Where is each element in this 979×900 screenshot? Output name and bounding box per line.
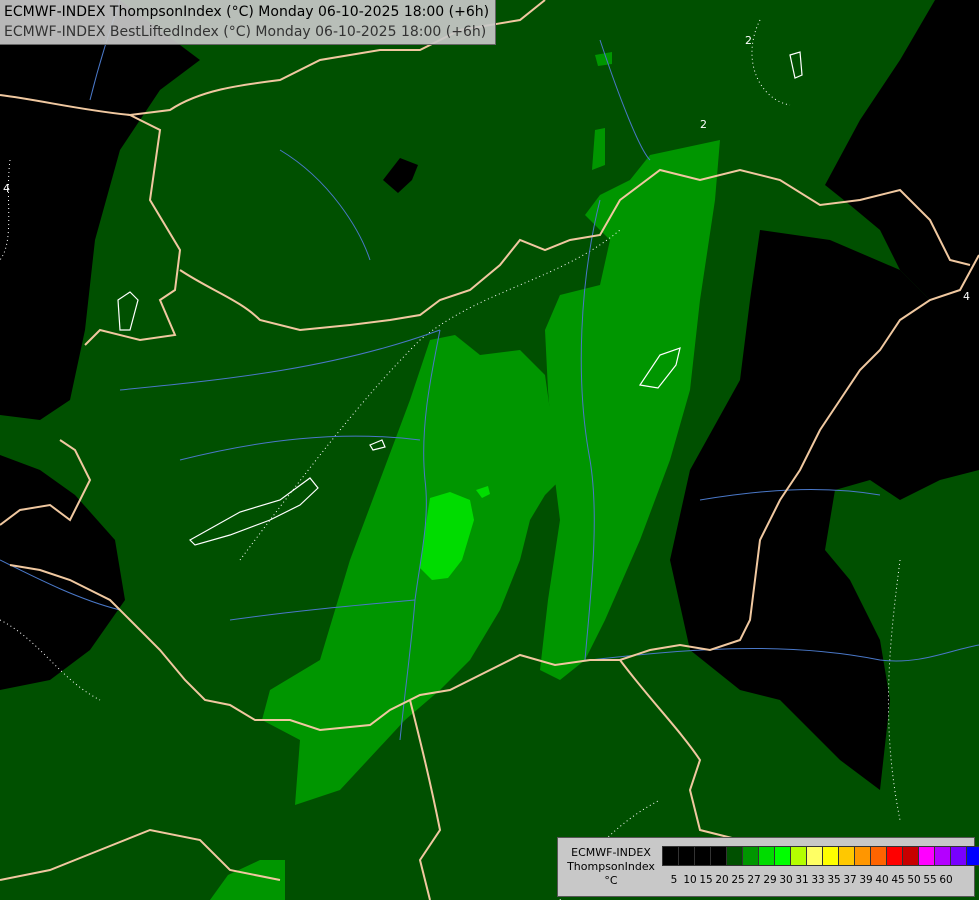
legend-swatches (662, 846, 979, 866)
contour-label: 4 (963, 290, 970, 303)
legend-parameter: ThompsonIndex (567, 860, 655, 873)
map-title: ECMWF-INDEX ThompsonIndex (°C) Monday 06… (0, 0, 497, 45)
legend-swatch (726, 846, 743, 866)
legend-swatch (710, 846, 727, 866)
legend-swatch (806, 846, 823, 866)
legend-title: ECMWF-INDEX ThompsonIndex °C (562, 846, 660, 888)
legend-swatch (918, 846, 935, 866)
legend-swatch (790, 846, 807, 866)
legend-swatch (758, 846, 775, 866)
legend-swatch (822, 846, 839, 866)
color-legend: ECMWF-INDEX ThompsonIndex °C 5 10 15 20 25 27… (557, 837, 979, 897)
legend-swatch (870, 846, 887, 866)
legend-tick: 60 (939, 874, 953, 886)
legend-swatch (742, 846, 759, 866)
legend-swatch (854, 846, 871, 866)
legend-swatch (838, 846, 855, 866)
legend-swatch (966, 846, 979, 866)
title-thompson-index: ECMWF-INDEX ThompsonIndex (°C) Monday 06… (4, 4, 490, 20)
legend-unit: °C (604, 874, 618, 887)
legend-swatch (950, 846, 967, 866)
legend-swatch (774, 846, 791, 866)
legend-swatch (886, 846, 903, 866)
legend-swatch (902, 846, 919, 866)
title-best-lifted-index: ECMWF-INDEX BestLiftedIndex (°C) Monday … (4, 24, 487, 40)
contour-label: 2 (745, 34, 752, 47)
contour-label: 4 (3, 182, 10, 195)
legend-swatch (678, 846, 695, 866)
legend-swatch (934, 846, 951, 866)
legend-swatch (662, 846, 679, 866)
contour-label: 2 (700, 118, 707, 131)
legend-source: ECMWF-INDEX (571, 846, 651, 859)
legend-swatch (694, 846, 711, 866)
weather-map: 2 2 4 4 (0, 0, 979, 900)
